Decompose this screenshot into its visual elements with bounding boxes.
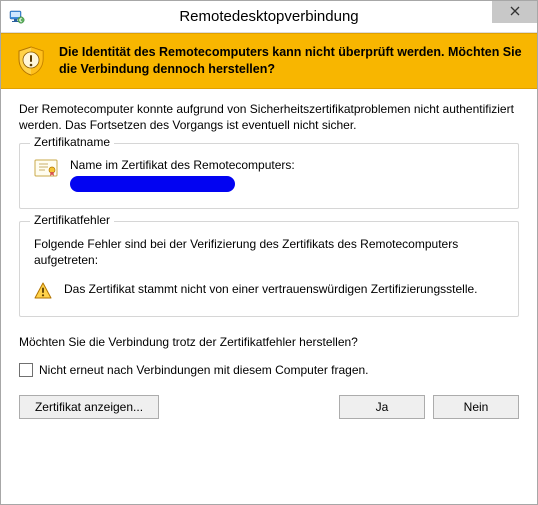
yes-label: Ja	[376, 400, 389, 414]
dialog-window: Remotedesktopverbindung Die Identität de…	[0, 0, 538, 505]
certificate-errors-desc: Folgende Fehler sind bei der Verifizieru…	[34, 236, 504, 268]
button-row: Zertifikat anzeigen... Ja Nein	[19, 395, 519, 419]
close-icon	[510, 5, 520, 19]
certificate-error-item: Das Zertifikat stammt nicht von einer ve…	[34, 281, 504, 300]
titlebar: Remotedesktopverbindung	[1, 1, 537, 33]
certificate-name-value-redacted	[70, 176, 235, 192]
connect-question: Möchten Sie die Verbindung trotz der Zer…	[19, 335, 519, 349]
shield-warning-icon	[15, 45, 47, 77]
certificate-error-text: Das Zertifikat stammt nicht von einer ve…	[64, 281, 478, 297]
app-icon	[9, 9, 25, 25]
certificate-errors-group: Zertifikatfehler Folgende Fehler sind be…	[19, 221, 519, 316]
close-button[interactable]	[492, 1, 537, 23]
warning-banner: Die Identität des Remotecomputers kann n…	[1, 33, 537, 89]
warning-triangle-icon	[34, 282, 52, 300]
certificate-icon	[34, 158, 58, 178]
certificate-name-group: Zertifikatname Name im Zertifikat des Re…	[19, 143, 519, 209]
view-certificate-label: Zertifikat anzeigen...	[35, 400, 143, 414]
dont-ask-checkbox[interactable]	[19, 363, 33, 377]
dialog-body: Der Remotecomputer konnte aufgrund von S…	[1, 89, 537, 504]
window-title: Remotedesktopverbindung	[1, 8, 537, 25]
no-label: Nein	[464, 400, 489, 414]
certificate-errors-legend: Zertifikatfehler	[30, 213, 114, 227]
dont-ask-label: Nicht erneut nach Verbindungen mit diese…	[39, 363, 369, 377]
warning-banner-text: Die Identität des Remotecomputers kann n…	[59, 44, 523, 78]
yes-button[interactable]: Ja	[339, 395, 425, 419]
view-certificate-button[interactable]: Zertifikat anzeigen...	[19, 395, 159, 419]
intro-text: Der Remotecomputer konnte aufgrund von S…	[19, 101, 519, 133]
certificate-name-label: Name im Zertifikat des Remotecomputers:	[70, 158, 504, 172]
certificate-name-legend: Zertifikatname	[30, 135, 114, 149]
dont-ask-row: Nicht erneut nach Verbindungen mit diese…	[19, 363, 519, 377]
no-button[interactable]: Nein	[433, 395, 519, 419]
